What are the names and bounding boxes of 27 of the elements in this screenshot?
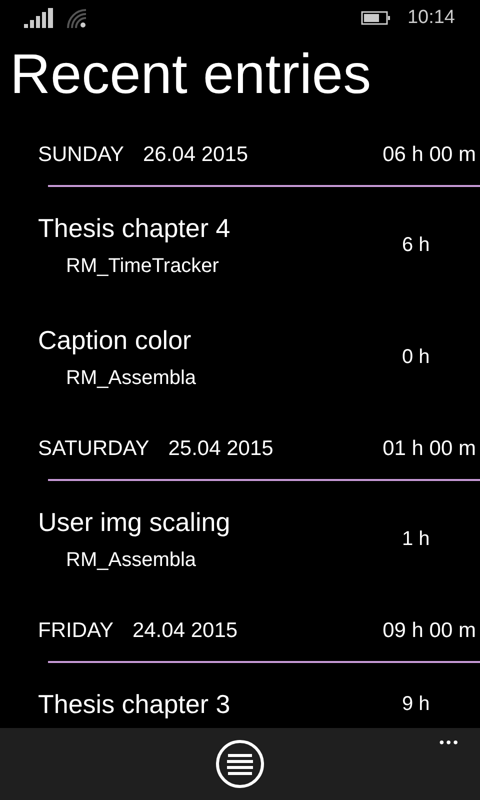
entry-hours: 0 h [402, 345, 430, 370]
day-total: 01 h 00 m [382, 436, 476, 462]
project-name: RM_TimeTracker [66, 254, 219, 279]
project-name: RM_Assembla [66, 366, 196, 391]
day-label: SATURDAY [38, 436, 150, 462]
entry-title[interactable]: Thesis chapter 3 [38, 686, 230, 722]
day-total: 06 h 00 m [382, 142, 476, 168]
battery-icon [361, 11, 392, 25]
entry-title[interactable]: Caption color [38, 322, 192, 358]
day-label: SUNDAY [38, 142, 124, 168]
date-label: 25.04 2015 [168, 436, 274, 462]
clock-time: 10:14 [407, 6, 455, 30]
entry-title[interactable]: Thesis chapter 4 [38, 210, 230, 246]
page-title: Recent entries [10, 42, 372, 106]
more-button[interactable]: ••• [439, 730, 460, 754]
project-name: RM_Assembla [66, 548, 196, 573]
entry-title[interactable]: User img scaling [38, 504, 230, 540]
date-label: 24.04 2015 [132, 618, 238, 644]
day-total: 09 h 00 m [382, 618, 476, 644]
day-label: FRIDAY [38, 618, 114, 644]
entry-hours: 1 h [402, 527, 430, 552]
menu-button[interactable] [216, 740, 264, 788]
date-label: 26.04 2015 [142, 142, 248, 168]
signal-icon [24, 8, 53, 28]
wifi-icon [66, 8, 86, 28]
entry-hours: 9 h [402, 692, 430, 717]
entry-hours: 6 h [402, 233, 430, 258]
